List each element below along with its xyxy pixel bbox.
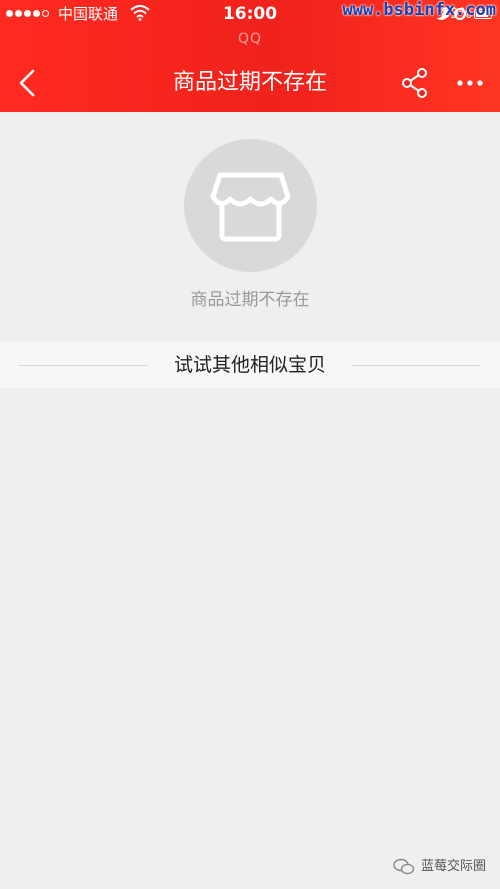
empty-state: 商品过期不存在 <box>0 112 500 342</box>
site-watermark: www.bsbinfx.com <box>342 0 496 20</box>
empty-message: 商品过期不存在 <box>190 290 310 310</box>
share-button[interactable] <box>398 66 432 100</box>
screen: 中国联通 16:00 89% www.bsbinfx.com QQ 商品过期不存… <box>0 0 500 889</box>
navbar: 商品过期不存在 <box>0 54 500 112</box>
wechat-icon <box>393 858 415 875</box>
footer-watermark-text: 蓝莓交际圈 <box>420 859 486 874</box>
app-label: QQ <box>237 31 263 47</box>
similar-section-header: 试试其他相似宝贝 <box>0 342 500 388</box>
more-icon <box>457 80 483 86</box>
store-icon <box>184 139 317 272</box>
top-bar: 中国联通 16:00 89% www.bsbinfx.com QQ 商品过期不存… <box>0 0 500 112</box>
divider-right <box>352 365 480 366</box>
footer-watermark: 蓝莓交际圈 <box>393 858 486 876</box>
more-button[interactable] <box>453 66 487 100</box>
share-icon <box>402 68 427 98</box>
